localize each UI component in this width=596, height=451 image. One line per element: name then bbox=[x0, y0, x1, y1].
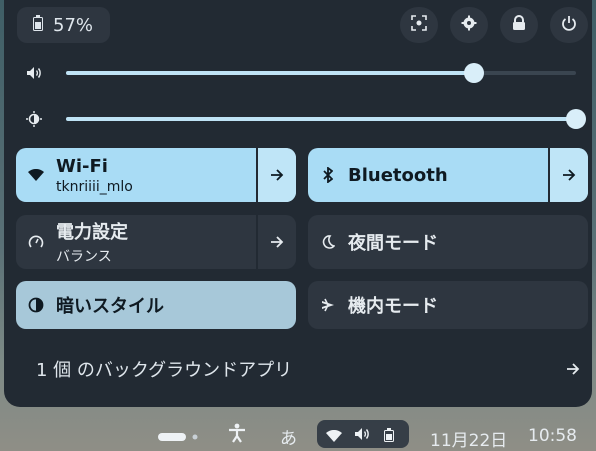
power-mode-title: 電力設定 bbox=[56, 222, 128, 243]
wifi-tile: Wi-Fi tknriiii_mlo bbox=[16, 148, 296, 202]
battery-indicator[interactable]: 57% bbox=[17, 7, 110, 43]
wifi-network-name: tknriiii_mlo bbox=[56, 178, 133, 195]
dark-style-tile[interactable]: 暗いスタイル bbox=[16, 281, 296, 329]
arrow-right-icon bbox=[270, 166, 284, 185]
wifi-menu-button[interactable] bbox=[256, 148, 296, 202]
airplane-icon bbox=[308, 298, 348, 312]
power-mode-menu-button[interactable] bbox=[256, 215, 296, 269]
wifi-icon bbox=[16, 169, 56, 181]
volume-slider-fill bbox=[66, 71, 474, 75]
accessibility-icon[interactable] bbox=[228, 423, 246, 448]
power-mode-tile: 電力設定 バランス bbox=[16, 215, 296, 269]
screenshot-icon bbox=[411, 15, 427, 35]
power-mode-toggle[interactable]: 電力設定 バランス bbox=[16, 215, 256, 269]
lock-icon bbox=[512, 15, 526, 35]
airplane-mode-title: 機内モード bbox=[348, 296, 438, 317]
speaker-icon bbox=[26, 65, 42, 85]
wifi-status-icon bbox=[326, 427, 342, 447]
night-mode-title: 夜間モード bbox=[348, 233, 438, 254]
quick-settings-panel: 57% Wi-Fi tknriiii_mlo Bluetooth 電力設定 バラ… bbox=[4, 0, 592, 407]
gear-icon bbox=[461, 15, 477, 35]
battery-percent: 57% bbox=[53, 14, 94, 36]
brightness-icon bbox=[26, 111, 42, 131]
battery-status-icon bbox=[384, 427, 394, 447]
wifi-title: Wi-Fi bbox=[56, 155, 108, 177]
brightness-slider-row bbox=[18, 105, 588, 133]
bluetooth-toggle[interactable]: Bluetooth bbox=[308, 148, 548, 202]
brightness-slider-handle[interactable] bbox=[566, 109, 586, 129]
bluetooth-title: Bluetooth bbox=[348, 164, 448, 186]
arrow-right-icon bbox=[566, 359, 580, 380]
clock-time[interactable]: 10:58 bbox=[528, 426, 577, 446]
bluetooth-icon bbox=[308, 167, 348, 183]
workspace-indicator[interactable] bbox=[158, 427, 202, 447]
bluetooth-tile: Bluetooth bbox=[308, 148, 588, 202]
input-method-indicator[interactable]: あ bbox=[280, 424, 297, 449]
screenshot-button[interactable] bbox=[400, 7, 438, 43]
background-apps-label: 1 個 のバックグラウンドアプリ bbox=[36, 360, 293, 381]
volume-slider[interactable] bbox=[66, 63, 576, 83]
arrow-right-icon bbox=[562, 166, 576, 185]
volume-status-icon bbox=[354, 426, 370, 446]
brightness-slider[interactable] bbox=[66, 109, 586, 129]
dark-style-icon bbox=[16, 297, 56, 313]
clock-date[interactable]: 11月22日 bbox=[430, 426, 507, 451]
dark-style-title: 暗いスタイル bbox=[56, 296, 164, 317]
volume-slider-handle[interactable] bbox=[464, 63, 484, 83]
settings-button[interactable] bbox=[450, 7, 488, 43]
battery-icon bbox=[33, 14, 43, 36]
background-apps-row[interactable]: 1 個 のバックグラウンドアプリ bbox=[20, 350, 588, 388]
moon-icon bbox=[308, 235, 348, 249]
power-mode-value: バランス bbox=[56, 249, 112, 265]
speedometer-icon bbox=[16, 234, 56, 250]
airplane-mode-tile[interactable]: 機内モード bbox=[308, 281, 588, 329]
bluetooth-menu-button[interactable] bbox=[548, 148, 588, 202]
brightness-slider-fill bbox=[66, 117, 576, 121]
lock-button[interactable] bbox=[500, 7, 538, 43]
volume-slider-row bbox=[18, 59, 588, 87]
power-icon bbox=[561, 15, 577, 35]
power-button[interactable] bbox=[550, 7, 588, 43]
wifi-toggle[interactable]: Wi-Fi tknriiii_mlo bbox=[16, 148, 256, 202]
arrow-right-icon bbox=[270, 233, 284, 252]
night-mode-tile[interactable]: 夜間モード bbox=[308, 215, 588, 269]
